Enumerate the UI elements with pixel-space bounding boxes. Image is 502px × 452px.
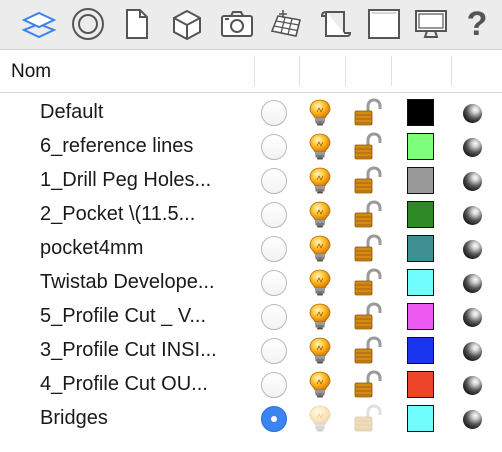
active-layer-radio[interactable] — [261, 304, 287, 330]
layers-icon[interactable] — [19, 4, 59, 44]
layer-row[interactable]: 3_Profile Cut INSI... — [0, 334, 502, 368]
lightbulb-icon[interactable] — [305, 404, 335, 434]
unlocked-padlock-icon[interactable] — [352, 268, 382, 298]
frame-icon[interactable] — [364, 4, 404, 44]
render-sphere-icon[interactable] — [463, 206, 482, 225]
layer-name[interactable]: Bridges — [40, 407, 108, 430]
layer-color-swatch[interactable] — [407, 337, 434, 364]
render-sphere-icon[interactable] — [463, 274, 482, 293]
lightbulb-icon[interactable] — [305, 132, 335, 162]
active-layer-radio[interactable] — [261, 236, 287, 262]
lightbulb-icon[interactable] — [305, 98, 335, 128]
active-layer-radio[interactable] — [261, 372, 287, 398]
layer-row[interactable]: 6_reference lines — [0, 130, 502, 164]
layer-name[interactable]: Twistab Develope... — [40, 271, 215, 294]
render-sphere-icon[interactable] — [463, 240, 482, 259]
layer-name[interactable]: 3_Profile Cut INSI... — [40, 339, 217, 362]
grid-icon[interactable] — [267, 4, 307, 44]
render-sphere-icon[interactable] — [463, 376, 482, 395]
layer-name[interactable]: Default — [40, 101, 103, 124]
column-divider — [451, 56, 452, 86]
layer-row[interactable]: Twistab Develope... — [0, 266, 502, 300]
unlocked-padlock-icon[interactable] — [352, 132, 382, 162]
layer-color-swatch[interactable] — [407, 167, 434, 194]
lightbulb-icon[interactable] — [305, 336, 335, 366]
render-sphere-icon[interactable] — [463, 308, 482, 327]
unlocked-padlock-icon[interactable] — [352, 336, 382, 366]
monitor-icon[interactable] — [411, 4, 451, 44]
layer-row[interactable]: pocket4mm — [0, 232, 502, 266]
help-icon[interactable]: ? — [457, 4, 497, 44]
layer-row[interactable]: 2_Pocket \(11.5... — [0, 198, 502, 232]
layer-color-swatch[interactable] — [407, 201, 434, 228]
circle-target-icon[interactable] — [68, 4, 108, 44]
layer-row[interactable]: Bridges — [0, 402, 502, 436]
render-sphere-icon[interactable] — [463, 342, 482, 361]
layer-color-swatch[interactable] — [407, 405, 434, 432]
column-divider — [299, 56, 300, 86]
active-layer-radio[interactable] — [261, 168, 287, 194]
render-sphere-icon[interactable] — [463, 104, 482, 123]
column-divider — [345, 56, 346, 86]
column-divider — [391, 56, 392, 86]
lightbulb-icon[interactable] — [305, 302, 335, 332]
layer-color-swatch[interactable] — [407, 303, 434, 330]
lightbulb-icon[interactable] — [305, 370, 335, 400]
layer-name[interactable]: 1_Drill Peg Holes... — [40, 169, 211, 192]
layer-name[interactable]: 4_Profile Cut OU... — [40, 373, 208, 396]
toolbar: ? — [0, 0, 502, 50]
lightbulb-icon[interactable] — [305, 200, 335, 230]
unlocked-padlock-icon[interactable] — [352, 200, 382, 230]
column-divider — [254, 56, 255, 86]
render-sphere-icon[interactable] — [463, 410, 482, 429]
render-sphere-icon[interactable] — [463, 172, 482, 191]
unlocked-padlock-icon[interactable] — [352, 302, 382, 332]
lightbulb-icon[interactable] — [305, 166, 335, 196]
render-sphere-icon[interactable] — [463, 138, 482, 157]
layer-color-swatch[interactable] — [407, 133, 434, 160]
active-layer-radio[interactable] — [261, 100, 287, 126]
active-layer-radio[interactable] — [261, 406, 287, 432]
unlocked-padlock-icon[interactable] — [352, 404, 382, 434]
unlocked-padlock-icon[interactable] — [352, 370, 382, 400]
layer-row[interactable]: 5_Profile Cut _ V... — [0, 300, 502, 334]
layer-name[interactable]: 2_Pocket \(11.5... — [40, 203, 195, 226]
layer-color-swatch[interactable] — [407, 235, 434, 262]
unlocked-padlock-icon[interactable] — [352, 234, 382, 264]
scroll-icon[interactable] — [315, 4, 355, 44]
layer-row[interactable]: 1_Drill Peg Holes... — [0, 164, 502, 198]
column-header-name[interactable]: Nom — [11, 61, 51, 83]
layer-name[interactable]: 5_Profile Cut _ V... — [40, 305, 206, 328]
active-layer-radio[interactable] — [261, 270, 287, 296]
active-layer-radio[interactable] — [261, 338, 287, 364]
layer-color-swatch[interactable] — [407, 269, 434, 296]
lightbulb-icon[interactable] — [305, 234, 335, 264]
layer-row[interactable]: 4_Profile Cut OU... — [0, 368, 502, 402]
layer-color-swatch[interactable] — [407, 371, 434, 398]
unlocked-padlock-icon[interactable] — [352, 98, 382, 128]
active-layer-radio[interactable] — [261, 134, 287, 160]
layer-row[interactable]: Default — [0, 96, 502, 130]
camera-icon[interactable] — [217, 4, 257, 44]
cube-icon[interactable] — [167, 4, 207, 44]
layers-panel: Nom Default 6_reference lines 1_Drill Peg … — [0, 50, 502, 452]
active-layer-radio[interactable] — [261, 202, 287, 228]
unlocked-padlock-icon[interactable] — [352, 166, 382, 196]
layer-name[interactable]: 6_reference lines — [40, 135, 193, 158]
lightbulb-icon[interactable] — [305, 268, 335, 298]
layer-name[interactable]: pocket4mm — [40, 237, 143, 260]
document-icon[interactable] — [116, 4, 156, 44]
table-header: Nom — [0, 50, 502, 93]
layer-color-swatch[interactable] — [407, 99, 434, 126]
